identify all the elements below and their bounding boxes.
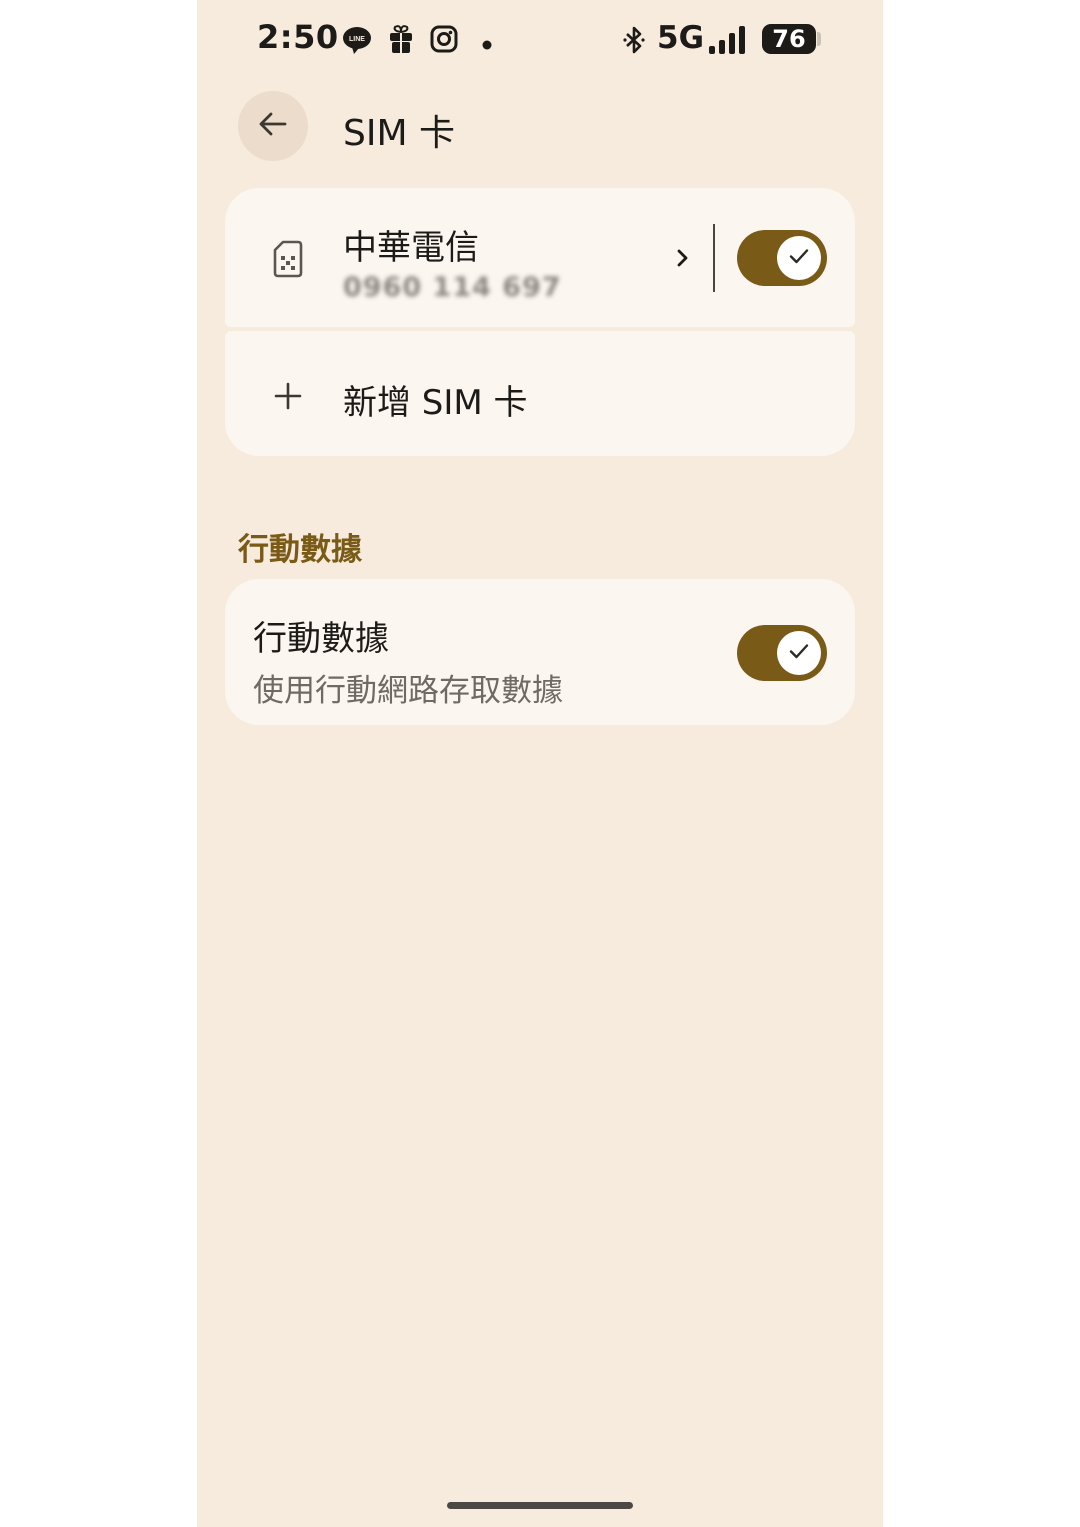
gift-icon	[389, 24, 413, 58]
phone-screen: 2:50 LINE 5G 76 SIM 卡 中華電信 0960 114 697 …	[197, 0, 883, 1527]
back-button[interactable]	[238, 91, 308, 161]
network-type: 5G	[657, 20, 705, 56]
add-sim-label: 新增 SIM 卡	[343, 383, 528, 423]
instagram-icon	[430, 25, 458, 57]
section-title-mobile-data: 行動數據	[238, 532, 362, 568]
sim-card-icon	[273, 240, 303, 282]
line-app-icon: LINE	[342, 25, 372, 59]
mobile-data-title: 行動數據	[253, 619, 389, 659]
dot-icon	[482, 35, 492, 54]
battery-indicator: 76	[762, 24, 816, 54]
status-time: 2:50	[257, 18, 339, 56]
mobile-data-row[interactable]: 行動數據 使用行動網路存取數據	[225, 579, 855, 725]
signal-icon	[709, 26, 749, 58]
sim-toggle-switch[interactable]	[737, 230, 827, 286]
home-indicator[interactable]	[447, 1502, 633, 1509]
arrow-left-icon	[257, 108, 289, 144]
mobile-data-subtitle: 使用行動網路存取數據	[253, 673, 563, 709]
vertical-divider	[713, 224, 715, 292]
plus-icon	[273, 381, 303, 415]
battery-tip	[817, 32, 821, 46]
bluetooth-icon	[623, 26, 645, 58]
chevron-right-icon[interactable]	[673, 246, 691, 274]
check-icon	[787, 244, 811, 272]
sim-card-row[interactable]: 中華電信 0960 114 697	[225, 188, 855, 327]
mobile-data-toggle-switch[interactable]	[737, 625, 827, 681]
add-sim-row[interactable]: 新增 SIM 卡	[225, 331, 855, 456]
toggle-knob	[777, 631, 821, 675]
svg-text:LINE: LINE	[349, 36, 365, 43]
page-title: SIM 卡	[343, 113, 455, 154]
carrier-name: 中華電信	[343, 228, 479, 268]
sim-phone-number: 0960 114 697	[343, 272, 562, 303]
toggle-knob	[777, 236, 821, 280]
check-icon	[787, 639, 811, 667]
status-bar: 2:50 LINE 5G 76	[197, 0, 883, 80]
